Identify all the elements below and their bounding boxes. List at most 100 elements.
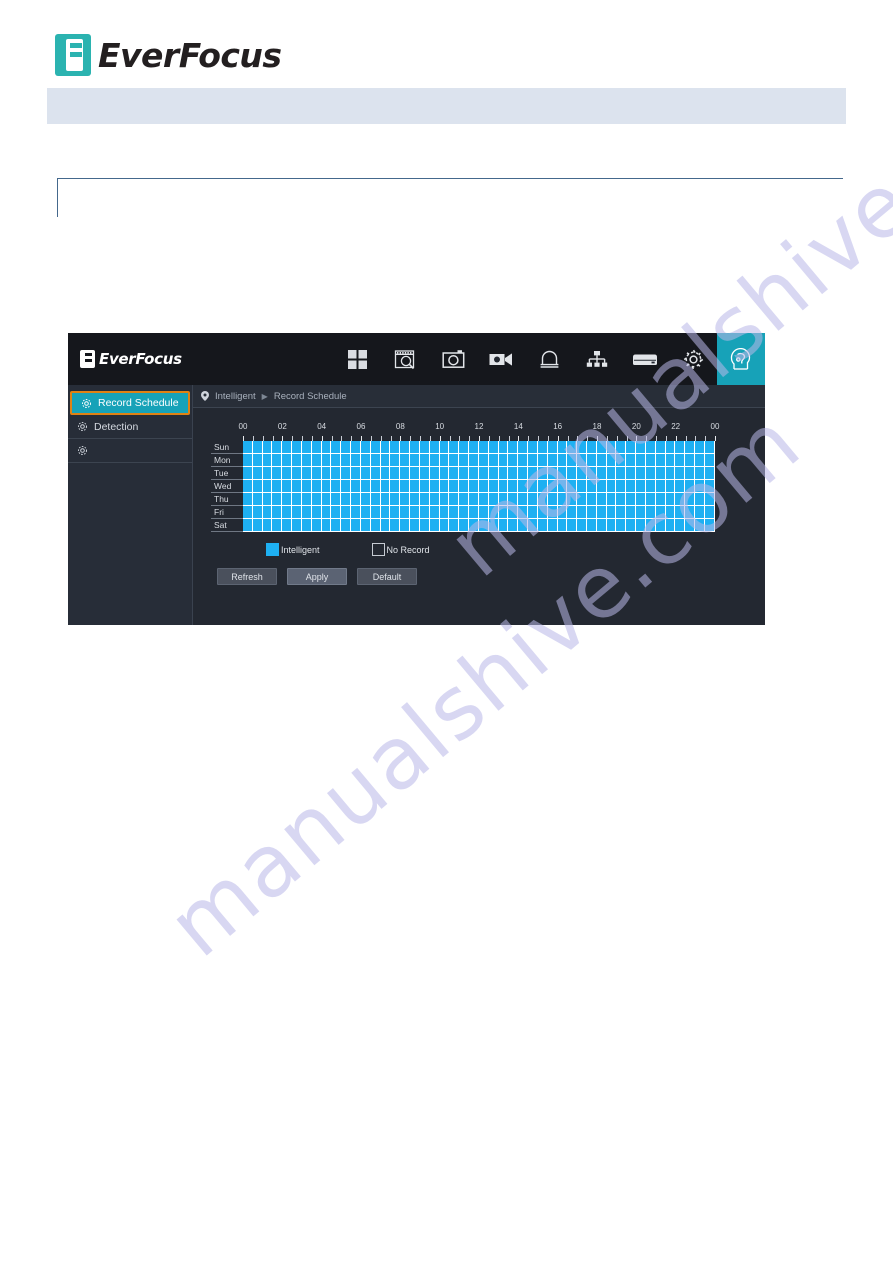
- schedule-cell[interactable]: [636, 506, 646, 519]
- schedule-row[interactable]: [243, 441, 715, 454]
- schedule-cell[interactable]: [695, 519, 705, 532]
- schedule-cell[interactable]: [675, 506, 686, 519]
- schedule-cell[interactable]: [626, 493, 637, 506]
- schedule-cell[interactable]: [547, 480, 558, 493]
- schedule-cell[interactable]: [685, 441, 696, 454]
- schedule-cell[interactable]: [252, 480, 263, 493]
- schedule-cell[interactable]: [429, 454, 440, 467]
- schedule-cell[interactable]: [272, 506, 283, 519]
- schedule-cell[interactable]: [577, 519, 587, 532]
- schedule-cell[interactable]: [410, 454, 420, 467]
- schedule-cell[interactable]: [252, 467, 263, 480]
- schedule-cell[interactable]: [429, 467, 440, 480]
- schedule-cell[interactable]: [292, 506, 302, 519]
- schedule-cell[interactable]: [331, 441, 342, 454]
- schedule-row[interactable]: [243, 493, 715, 506]
- schedule-cell[interactable]: [567, 454, 578, 467]
- schedule-cell[interactable]: [675, 493, 686, 506]
- schedule-cell[interactable]: [360, 506, 371, 519]
- schedule-cell[interactable]: [704, 441, 715, 454]
- schedule-cell[interactable]: [636, 467, 646, 480]
- schedule-cell[interactable]: [449, 454, 460, 467]
- schedule-cell[interactable]: [675, 454, 686, 467]
- schedule-cell[interactable]: [311, 441, 322, 454]
- schedule-cell[interactable]: [645, 519, 656, 532]
- schedule-cell[interactable]: [626, 441, 637, 454]
- schedule-cell[interactable]: [577, 493, 587, 506]
- schedule-cell[interactable]: [528, 519, 538, 532]
- schedule-cell[interactable]: [508, 519, 519, 532]
- schedule-cell[interactable]: [586, 480, 597, 493]
- schedule-cell[interactable]: [616, 441, 627, 454]
- schedule-cell[interactable]: [675, 519, 686, 532]
- schedule-cell[interactable]: [419, 506, 430, 519]
- schedule-cell[interactable]: [321, 506, 332, 519]
- schedule-cell[interactable]: [695, 506, 705, 519]
- schedule-cell[interactable]: [262, 441, 273, 454]
- schedule-cell[interactable]: [547, 506, 558, 519]
- sidebar-item-detection[interactable]: Detection: [68, 415, 192, 439]
- schedule-cell[interactable]: [360, 441, 371, 454]
- schedule-cell[interactable]: [410, 441, 420, 454]
- schedule-cell[interactable]: [459, 467, 470, 480]
- schedule-cell[interactable]: [645, 454, 656, 467]
- schedule-cell[interactable]: [301, 467, 312, 480]
- schedule-cell[interactable]: [645, 467, 656, 480]
- schedule-cell[interactable]: [262, 506, 273, 519]
- schedule-cell[interactable]: [292, 519, 302, 532]
- schedule-cell[interactable]: [370, 480, 381, 493]
- schedule-cell[interactable]: [341, 467, 352, 480]
- schedule-cell[interactable]: [351, 454, 361, 467]
- schedule-cell[interactable]: [400, 441, 411, 454]
- schedule-cell[interactable]: [400, 480, 411, 493]
- schedule-cell[interactable]: [331, 480, 342, 493]
- schedule-cell[interactable]: [518, 441, 529, 454]
- schedule-cell[interactable]: [292, 454, 302, 467]
- schedule-cell[interactable]: [262, 480, 273, 493]
- schedule-cell[interactable]: [351, 480, 361, 493]
- schedule-cell[interactable]: [606, 454, 617, 467]
- schedule-cell[interactable]: [557, 519, 568, 532]
- schedule-cell[interactable]: [567, 441, 578, 454]
- schedule-cell[interactable]: [292, 493, 302, 506]
- schedule-cell[interactable]: [518, 519, 529, 532]
- schedule-cell[interactable]: [626, 506, 637, 519]
- schedule-cell[interactable]: [685, 480, 696, 493]
- schedule-cell[interactable]: [606, 480, 617, 493]
- schedule-cell[interactable]: [488, 454, 499, 467]
- refresh-button[interactable]: Refresh: [217, 568, 277, 585]
- schedule-cell[interactable]: [665, 467, 676, 480]
- breadcrumb-root[interactable]: Intelligent: [215, 391, 256, 402]
- schedule-cell[interactable]: [547, 441, 558, 454]
- schedule-cell[interactable]: [282, 467, 293, 480]
- schedule-cell[interactable]: [675, 480, 686, 493]
- schedule-cell[interactable]: [243, 493, 253, 506]
- schedule-cell[interactable]: [685, 506, 696, 519]
- schedule-cell[interactable]: [685, 493, 696, 506]
- schedule-cell[interactable]: [341, 454, 352, 467]
- schedule-cell[interactable]: [665, 480, 676, 493]
- schedule-cell[interactable]: [606, 506, 617, 519]
- schedule-cell[interactable]: [675, 441, 686, 454]
- playback-search-icon[interactable]: [381, 333, 429, 385]
- schedule-cell[interactable]: [380, 441, 391, 454]
- schedule-cell[interactable]: [655, 480, 666, 493]
- schedule-cell[interactable]: [439, 480, 450, 493]
- schedule-cell[interactable]: [695, 493, 705, 506]
- schedule-cell[interactable]: [380, 519, 391, 532]
- schedule-cell[interactable]: [429, 441, 440, 454]
- schedule-cell[interactable]: [616, 480, 627, 493]
- schedule-cell[interactable]: [311, 506, 322, 519]
- schedule-cell[interactable]: [685, 467, 696, 480]
- schedule-cell[interactable]: [272, 519, 283, 532]
- schedule-cell[interactable]: [400, 519, 411, 532]
- schedule-cell[interactable]: [704, 519, 715, 532]
- schedule-cell[interactable]: [655, 467, 666, 480]
- schedule-cell[interactable]: [528, 506, 538, 519]
- schedule-cell[interactable]: [655, 519, 666, 532]
- schedule-cell[interactable]: [596, 480, 607, 493]
- schedule-cell[interactable]: [301, 519, 312, 532]
- schedule-cell[interactable]: [449, 467, 460, 480]
- default-button[interactable]: Default: [357, 568, 417, 585]
- schedule-cell[interactable]: [400, 493, 411, 506]
